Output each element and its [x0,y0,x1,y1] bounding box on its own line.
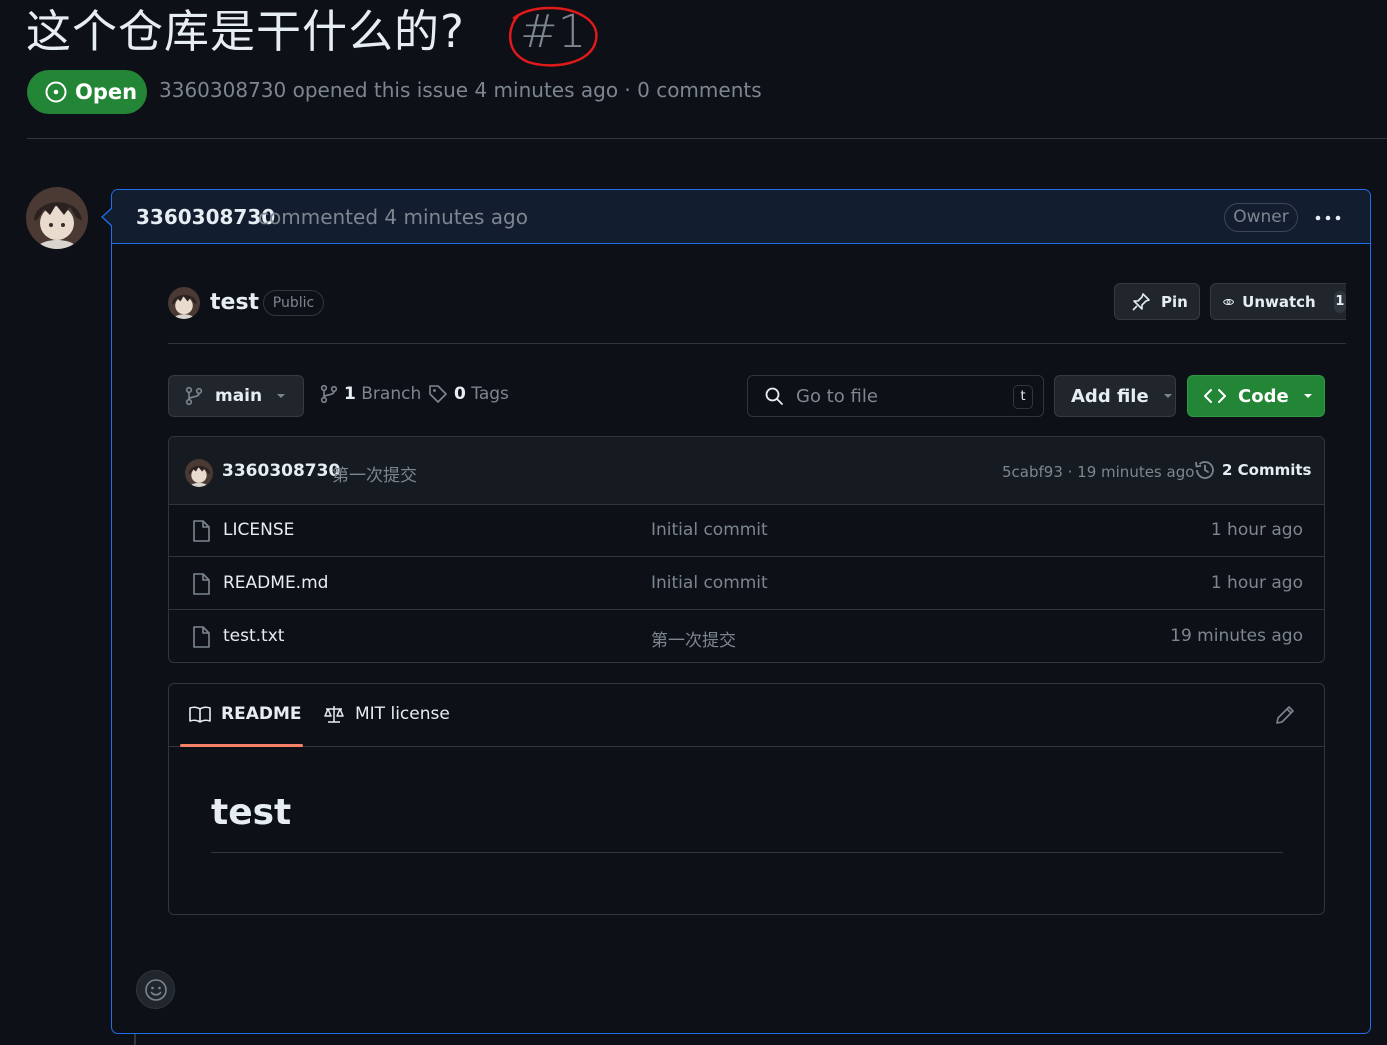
readme-heading: test [211,792,292,833]
branch-name: main [215,386,263,406]
smiley-icon [144,978,167,1001]
commit-author-avatar[interactable] [185,459,213,487]
repo-divider [168,343,1346,344]
tab-license[interactable]: MIT license [323,704,450,724]
file-commit-link[interactable]: Initial commit [651,573,768,593]
file-row[interactable]: LICENSE Initial commit 1 hour ago [169,505,1324,557]
file-row[interactable]: test.txt 第一次提交 19 minutes ago [169,611,1324,662]
latest-commit-row: 3360308730 第一次提交 5cabf93 · 19 minutes ag… [169,437,1324,505]
owner-badge: Owner [1224,203,1298,232]
unwatch-button[interactable]: Unwatch 1 [1210,283,1346,320]
history-icon [1195,461,1214,479]
comment-author-link[interactable]: 3360308730 [136,205,275,229]
book-icon [189,706,211,723]
issue-opened-text: opened this issue 4 minutes ago · 0 comm… [292,78,762,102]
active-tab-indicator [180,744,303,747]
git-branch-icon [185,386,203,406]
issue-opened-icon [45,81,67,103]
law-icon [324,706,344,723]
readme-panel: README MIT license test [168,683,1325,915]
tab-license-label: MIT license [355,704,450,724]
file-time: 1 hour ago [1210,573,1303,593]
code-icon [1204,389,1226,403]
add-file-label: Add file [1071,385,1149,407]
file-icon [193,626,210,648]
avatar-image [26,187,88,249]
branches-link[interactable]: 1 Branch [320,384,421,404]
eye-icon [1223,298,1235,305]
tags-link[interactable]: 0 Tags [428,384,509,404]
readme-tabbar: README MIT license [169,684,1324,747]
commit-message-link[interactable]: 第一次提交 [332,461,417,486]
tag-icon [429,385,447,403]
file-table: 3360308730 第一次提交 5cabf93 · 19 minutes ag… [168,436,1325,663]
add-file-button[interactable]: Add file [1054,375,1176,417]
tag-count-label: Tags [471,384,509,404]
annotation-circle [508,6,598,67]
issue-title: 这个仓库是干什么的? [26,5,465,58]
triangle-down-icon [1163,394,1172,398]
watch-count: 1 [1333,290,1346,313]
tag-count-number: 0 [454,384,466,404]
file-name-link[interactable]: test.txt [223,626,284,646]
pin-icon [1132,292,1150,311]
status-badge: Open [27,70,147,114]
readme-heading-rule [211,852,1283,853]
status-label: Open [75,80,138,104]
shortcut-key: t [1013,385,1033,409]
goto-file-input[interactable]: Go to file t [747,375,1044,417]
file-name-link[interactable]: README.md [223,573,328,593]
goto-file-placeholder: Go to file [796,385,878,407]
commits-link[interactable]: 2 Commits [1194,459,1311,481]
triangle-down-icon [277,394,286,398]
file-icon [193,520,210,542]
commits-label: 2 Commits [1222,461,1312,479]
code-label: Code [1238,385,1289,407]
branch-select[interactable]: main [168,375,304,417]
triangle-down-icon [1303,394,1312,398]
avatar[interactable] [26,187,88,249]
header-divider [27,138,1387,139]
branch-count-number: 1 [344,384,356,404]
pin-label: Pin [1161,292,1188,311]
repo-owner-avatar[interactable] [168,287,200,319]
pencil-icon[interactable] [1274,704,1296,726]
timeline-line [134,1034,136,1045]
file-time: 1 hour ago [1210,520,1303,540]
git-branch-icon [320,384,338,404]
comment-timestamp[interactable]: commented 4 minutes ago [258,205,528,229]
file-icon [193,573,210,595]
issue-author-link[interactable]: 3360308730 [159,78,286,102]
code-button[interactable]: Code [1187,375,1325,417]
tab-readme-label: README [221,704,302,724]
file-row[interactable]: README.md Initial commit 1 hour ago [169,558,1324,610]
search-icon [765,387,783,405]
commit-hash-time[interactable]: 5cabf93 · 19 minutes ago [1002,463,1194,481]
repo-name-link[interactable]: test [210,290,259,315]
file-name-link[interactable]: LICENSE [223,520,294,540]
kebab-horizontal-icon[interactable] [1310,206,1346,230]
tab-readme[interactable]: README [189,704,302,724]
issue-meta: 3360308730 opened this issue 4 minutes a… [159,78,762,102]
branch-count-label: Branch [361,384,422,404]
visibility-badge: Public [263,290,324,316]
file-commit-link[interactable]: 第一次提交 [651,626,736,651]
file-commit-link[interactable]: Initial commit [651,520,768,540]
file-time: 19 minutes ago [1170,626,1303,646]
add-reaction-button[interactable] [136,970,175,1009]
pin-button[interactable]: Pin [1114,283,1200,320]
commit-author-link[interactable]: 3360308730 [222,461,340,481]
unwatch-label: Unwatch [1242,292,1316,311]
